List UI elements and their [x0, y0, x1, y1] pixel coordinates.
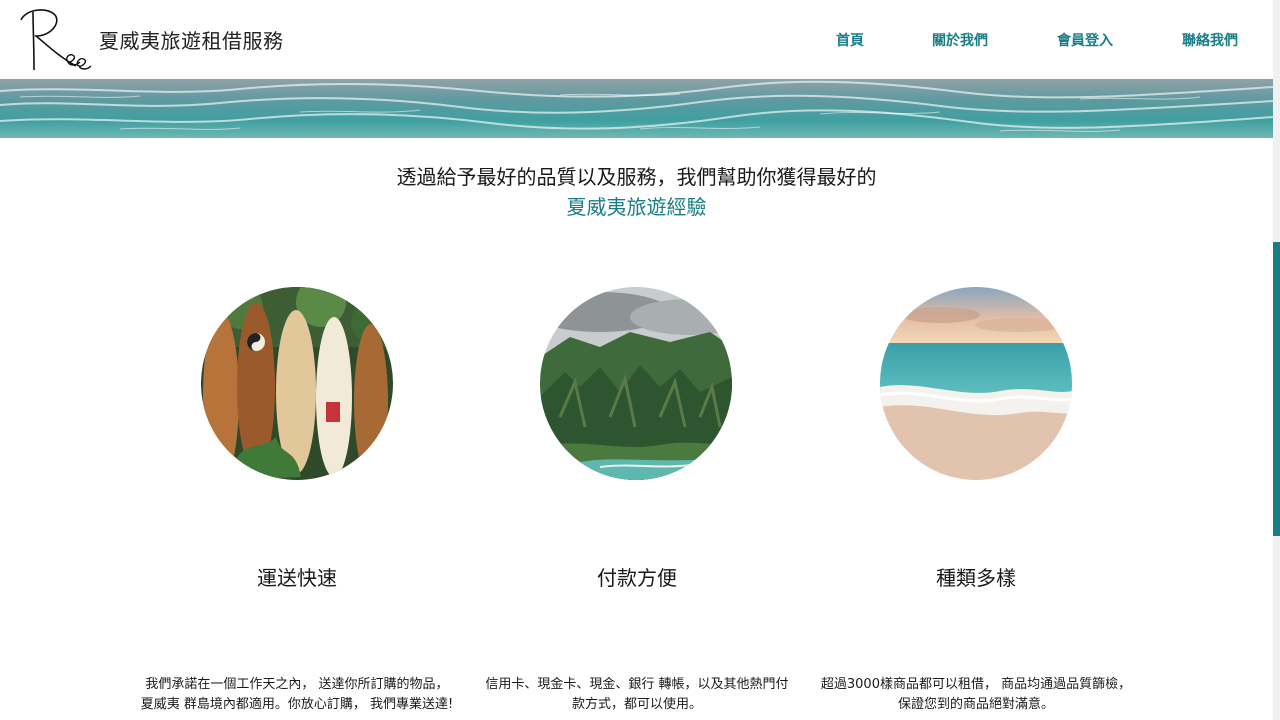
ocean-banner-image: [0, 79, 1273, 138]
feature-desc-variety: 超過3000樣商品都可以租借， 商品均通過品質篩檢， 保證您到的商品絕對滿意。: [811, 675, 1141, 715]
feature-desc-line: 保證您到的商品絕對滿意。: [897, 697, 1054, 712]
feature-title-easy-payment: 付款方便: [597, 566, 677, 590]
scrollbar-thumb[interactable]: [1273, 242, 1280, 536]
logo[interactable]: [18, 6, 94, 74]
feature-desc-line: 超過3000樣商品都可以租借， 商品均通過品質篩檢，: [820, 677, 1132, 692]
headline: 透過給予最好的品質以及服務，我們幫助你獲得最好的 夏威夷旅遊經驗: [0, 162, 1273, 222]
headline-line1: 透過給予最好的品質以及服務，我們幫助你獲得最好的: [396, 165, 877, 189]
nav-about[interactable]: 關於我們: [932, 32, 988, 50]
site-header: 夏威夷旅遊租借服務 首頁 關於我們 會員登入 聯絡我們: [0, 0, 1273, 79]
surfboards-photo: [201, 287, 393, 480]
nav-home[interactable]: 首頁: [836, 32, 864, 50]
site-title: 夏威夷旅遊租借服務: [99, 29, 284, 53]
mountain-coast-photo: [540, 287, 732, 480]
feature-desc-easy-payment: 信用卡、現金卡、現金、銀行 轉帳，以及其他熱門付 款方式，都可以使用。: [472, 675, 802, 715]
page: 夏威夷旅遊租借服務 首頁 關於我們 會員登入 聯絡我們 透過給予最好的品質以及服…: [0, 0, 1273, 720]
feature-desc-line: 信用卡、現金卡、現金、銀行 轉帳，以及其他熱門付: [485, 677, 789, 692]
beach-sunset-photo: [880, 287, 1072, 480]
feature-title-variety: 種類多樣: [936, 566, 1016, 590]
headline-line2: 夏威夷旅遊經驗: [566, 195, 707, 219]
nav-login[interactable]: 會員登入: [1057, 32, 1113, 50]
feature-desc-line: 夏威夷 群島境內都適用。你放心訂購， 我們專業送達!: [140, 697, 454, 712]
logo-ree-icon: [20, 9, 92, 71]
feature-title-fast-delivery: 運送快速: [257, 566, 337, 590]
nav-contact[interactable]: 聯絡我們: [1182, 32, 1238, 50]
feature-desc-fast-delivery: 我們承諾在一個工作天之內， 送達你所訂購的物品， 夏威夷 群島境內都適用。你放心…: [132, 675, 462, 715]
feature-desc-line: 款方式，都可以使用。: [571, 697, 702, 712]
feature-desc-line: 我們承諾在一個工作天之內， 送達你所訂購的物品，: [145, 677, 449, 692]
